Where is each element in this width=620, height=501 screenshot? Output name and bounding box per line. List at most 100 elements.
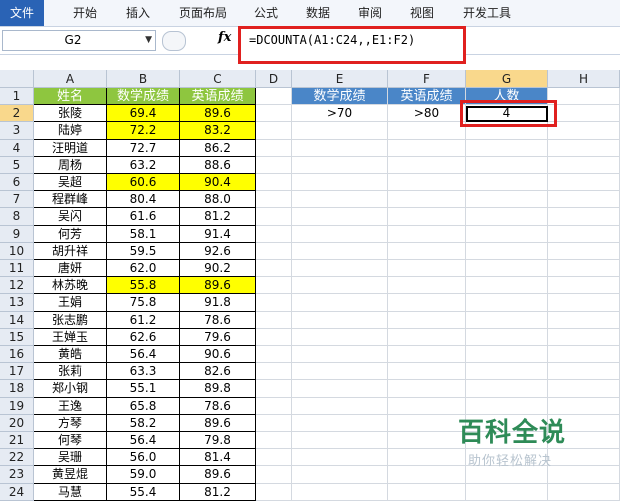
cell-d12[interactable]: [256, 277, 292, 295]
cell-c19[interactable]: 78.6: [180, 397, 256, 415]
cell-a22[interactable]: 吴珊: [34, 449, 107, 467]
cell-b14[interactable]: 61.2: [107, 311, 180, 329]
cell-f2[interactable]: >80: [388, 105, 466, 123]
row-header-24[interactable]: 24: [0, 483, 34, 501]
row-header-14[interactable]: 14: [0, 311, 34, 329]
cell-e11[interactable]: [292, 260, 388, 278]
cell-c3[interactable]: 83.2: [180, 122, 256, 140]
cell-a1[interactable]: 姓名: [34, 88, 107, 106]
cell-d20[interactable]: [256, 414, 292, 432]
cell-f15[interactable]: [388, 328, 466, 346]
cell-a10[interactable]: 胡升祥: [34, 242, 107, 260]
cell-g18[interactable]: [466, 380, 548, 398]
cell-b17[interactable]: 63.3: [107, 363, 180, 381]
cell-c9[interactable]: 91.4: [180, 225, 256, 243]
cell-d2[interactable]: [256, 105, 292, 123]
cell-b9[interactable]: 58.1: [107, 225, 180, 243]
cell-e10[interactable]: [292, 242, 388, 260]
formula-bar-grip[interactable]: [162, 31, 186, 51]
cell-a12[interactable]: 林苏晚: [34, 277, 107, 295]
cell-f19[interactable]: [388, 397, 466, 415]
formula-input[interactable]: =DCOUNTA(A1:C24,,E1:F2): [238, 26, 466, 64]
cell-g16[interactable]: [466, 346, 548, 364]
cell-c5[interactable]: 88.6: [180, 156, 256, 174]
cell-b13[interactable]: 75.8: [107, 294, 180, 312]
tab-developer[interactable]: 开发工具: [452, 0, 522, 26]
cell-f13[interactable]: [388, 294, 466, 312]
cell-a11[interactable]: 唐妍: [34, 260, 107, 278]
cell-f4[interactable]: [388, 139, 466, 157]
cell-f17[interactable]: [388, 363, 466, 381]
cell-a20[interactable]: 方琴: [34, 414, 107, 432]
cell-e8[interactable]: [292, 208, 388, 226]
cell-d16[interactable]: [256, 346, 292, 364]
cell-b19[interactable]: 65.8: [107, 397, 180, 415]
cell-b18[interactable]: 55.1: [107, 380, 180, 398]
cell-h11[interactable]: [548, 260, 620, 278]
cell-e1[interactable]: 数学成绩: [292, 88, 388, 106]
column-header-b[interactable]: B: [107, 70, 180, 88]
cell-c23[interactable]: 89.6: [180, 466, 256, 484]
cell-h10[interactable]: [548, 242, 620, 260]
column-header-e[interactable]: E: [292, 70, 388, 88]
cell-d13[interactable]: [256, 294, 292, 312]
row-header-8[interactable]: 8: [0, 208, 34, 226]
cell-b15[interactable]: 62.6: [107, 328, 180, 346]
cell-g5[interactable]: [466, 156, 548, 174]
row-header-11[interactable]: 11: [0, 260, 34, 278]
cell-e6[interactable]: [292, 174, 388, 192]
column-header-a[interactable]: A: [34, 70, 107, 88]
cell-c2[interactable]: 89.6: [180, 105, 256, 123]
cell-a21[interactable]: 何琴: [34, 432, 107, 450]
cell-e23[interactable]: [292, 466, 388, 484]
row-header-2[interactable]: 2: [0, 105, 34, 123]
cell-d14[interactable]: [256, 311, 292, 329]
tab-insert[interactable]: 插入: [116, 0, 160, 26]
column-header-f[interactable]: F: [388, 70, 466, 88]
fx-icon[interactable]: fx: [218, 30, 231, 45]
cell-d11[interactable]: [256, 260, 292, 278]
cell-c1[interactable]: 英语成绩: [180, 88, 256, 106]
column-header-d[interactable]: D: [256, 70, 292, 88]
cell-d9[interactable]: [256, 225, 292, 243]
cell-g8[interactable]: [466, 208, 548, 226]
tab-formulas[interactable]: 公式: [244, 0, 288, 26]
row-header-12[interactable]: 12: [0, 277, 34, 295]
cell-d8[interactable]: [256, 208, 292, 226]
cell-h14[interactable]: [548, 311, 620, 329]
tab-file[interactable]: 文件: [0, 0, 44, 26]
cell-e18[interactable]: [292, 380, 388, 398]
select-all-corner[interactable]: [0, 70, 34, 88]
cell-b11[interactable]: 62.0: [107, 260, 180, 278]
cell-f16[interactable]: [388, 346, 466, 364]
row-header-15[interactable]: 15: [0, 328, 34, 346]
row-header-4[interactable]: 4: [0, 139, 34, 157]
cell-h15[interactable]: [548, 328, 620, 346]
cell-f14[interactable]: [388, 311, 466, 329]
cell-h12[interactable]: [548, 277, 620, 295]
cell-b5[interactable]: 63.2: [107, 156, 180, 174]
cell-c15[interactable]: 79.6: [180, 328, 256, 346]
cell-f24[interactable]: [388, 483, 466, 501]
cell-e22[interactable]: [292, 449, 388, 467]
cell-b10[interactable]: 59.5: [107, 242, 180, 260]
cell-g13[interactable]: [466, 294, 548, 312]
cell-b1[interactable]: 数学成绩: [107, 88, 180, 106]
row-header-10[interactable]: 10: [0, 242, 34, 260]
cell-d22[interactable]: [256, 449, 292, 467]
cell-a8[interactable]: 吴闪: [34, 208, 107, 226]
cell-a6[interactable]: 吴超: [34, 174, 107, 192]
cell-a2[interactable]: 张陵: [34, 105, 107, 123]
cell-c10[interactable]: 92.6: [180, 242, 256, 260]
cell-e3[interactable]: [292, 122, 388, 140]
cell-d7[interactable]: [256, 191, 292, 209]
cell-a9[interactable]: 何芳: [34, 225, 107, 243]
cell-h13[interactable]: [548, 294, 620, 312]
cell-a19[interactable]: 王逸: [34, 397, 107, 415]
cell-h17[interactable]: [548, 363, 620, 381]
cell-h18[interactable]: [548, 380, 620, 398]
cell-c22[interactable]: 81.4: [180, 449, 256, 467]
cell-f9[interactable]: [388, 225, 466, 243]
cell-c6[interactable]: 90.4: [180, 174, 256, 192]
cell-b8[interactable]: 61.6: [107, 208, 180, 226]
